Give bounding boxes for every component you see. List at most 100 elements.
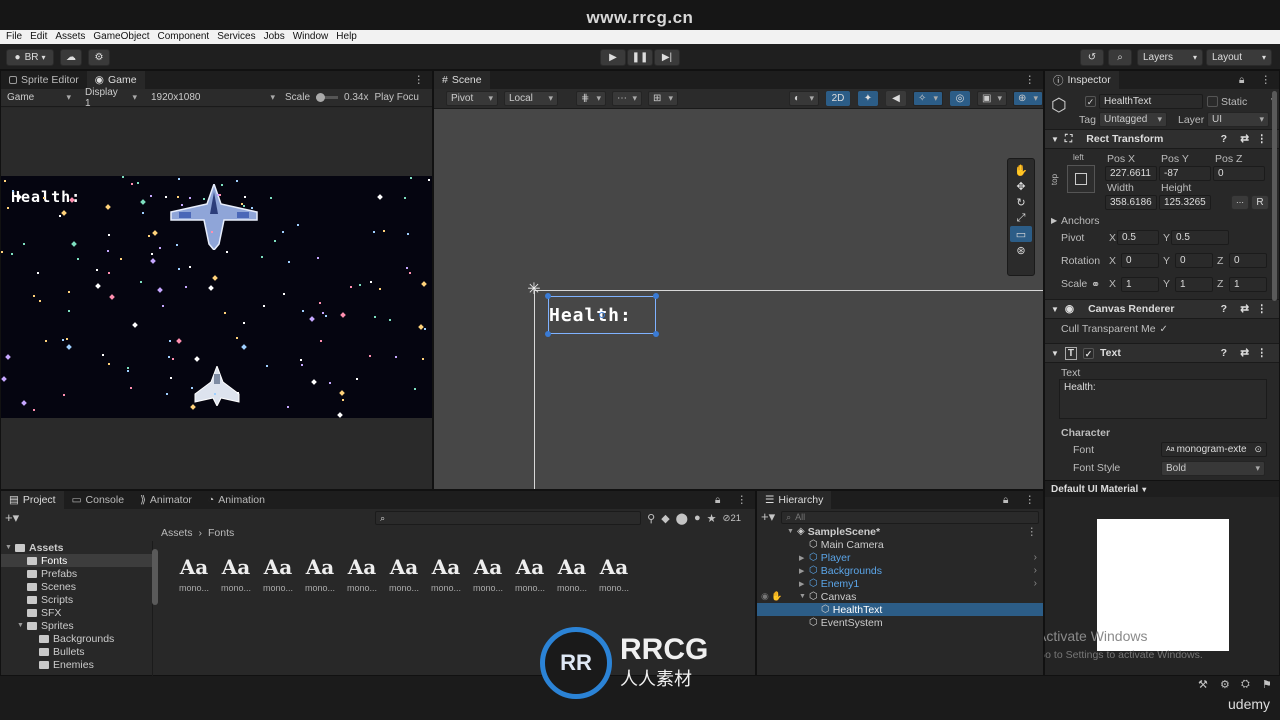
text-area[interactable]: Health: bbox=[1059, 379, 1267, 419]
effects-dropdown[interactable]: ✧ bbox=[913, 91, 943, 106]
account-button[interactable]: ● BR ▾ bbox=[6, 49, 54, 66]
scale-y-field[interactable]: 1 bbox=[1175, 277, 1213, 292]
search-button[interactable]: ⌕ bbox=[1108, 49, 1132, 66]
project-search-input[interactable]: ⌕ bbox=[375, 511, 642, 525]
move-tool-icon[interactable]: ✥ bbox=[1010, 178, 1032, 194]
project-lock-icon[interactable]: 🔒︎ bbox=[707, 491, 729, 509]
prefab-open-chevron-icon[interactable]: › bbox=[1034, 578, 1037, 589]
pos-z-field[interactable]: 0 bbox=[1213, 166, 1265, 181]
project-folder-prefabs[interactable]: Prefabs bbox=[1, 567, 152, 580]
anchor-gizmo-icon[interactable]: ✳ bbox=[525, 281, 543, 299]
add-asset-button[interactable]: +▾ bbox=[5, 510, 19, 526]
project-folder-assets[interactable]: ▼ Assets bbox=[1, 541, 152, 554]
warning-icon[interactable]: ● bbox=[694, 512, 701, 524]
hierarchy-item-backgrounds[interactable]: ▶ ⬡ Backgrounds › bbox=[757, 564, 1043, 577]
menu-help[interactable]: Help bbox=[332, 30, 361, 44]
scale-x-field[interactable]: 1 bbox=[1121, 277, 1159, 292]
text-enabled-checkbox[interactable]: ✓ bbox=[1083, 347, 1095, 359]
scale-tool-icon[interactable]: ⤢ bbox=[1010, 210, 1032, 226]
font-asset-tile[interactable]: Aa mono... bbox=[215, 555, 257, 593]
prefab-open-chevron-icon[interactable]: › bbox=[1034, 552, 1037, 563]
pos-x-field[interactable]: 227.6611 bbox=[1105, 166, 1157, 181]
tag-dropdown[interactable]: Untagged bbox=[1099, 112, 1167, 127]
menu-assets[interactable]: Assets bbox=[51, 30, 89, 44]
preset-icon[interactable]: ⇄ bbox=[1240, 347, 1249, 359]
hierarchy-item-canvas[interactable]: ▼ ⬡ Canvas ◉ ✋ bbox=[757, 590, 1043, 603]
scale-z-field[interactable]: 1 bbox=[1229, 277, 1267, 292]
canvas-renderer-header[interactable]: ▼ ◉ Canvas Renderer ? ⇄ ⋮ bbox=[1045, 299, 1279, 319]
blueprint-mode-button[interactable]: ⋯ bbox=[1231, 195, 1249, 210]
anchor-preset-button[interactable] bbox=[1067, 165, 1095, 193]
help-icon[interactable]: ? bbox=[1221, 347, 1227, 359]
status-icon-3[interactable]: ⛭ bbox=[1241, 678, 1250, 691]
font-asset-tile[interactable]: Aa mono... bbox=[593, 555, 635, 593]
height-field[interactable]: 125.3265 bbox=[1159, 195, 1211, 210]
foldout-arrow-icon[interactable]: ▼ bbox=[5, 544, 15, 551]
filter-type-icon[interactable]: ◆ bbox=[661, 512, 669, 525]
menu-file[interactable]: File bbox=[2, 30, 26, 44]
font-asset-tile[interactable]: Aa mono... bbox=[551, 555, 593, 593]
foldout-arrow-icon[interactable]: ▼ bbox=[799, 593, 809, 600]
project-tree-scrollbar[interactable] bbox=[152, 549, 158, 605]
step-button[interactable]: ▶| bbox=[654, 49, 680, 66]
font-field[interactable]: Aa monogram-exte ⊙ bbox=[1161, 442, 1267, 457]
hierarchy-item-eventsystem[interactable]: ⬡ EventSystem bbox=[757, 616, 1043, 629]
font-asset-tile[interactable]: Aa mono... bbox=[299, 555, 341, 593]
preset-icon[interactable]: ⇄ bbox=[1240, 133, 1249, 145]
menu-component[interactable]: Component bbox=[154, 30, 214, 44]
lock-icon[interactable]: 🔒︎ bbox=[1231, 71, 1253, 89]
hidden-count-badge[interactable]: ⊘21 bbox=[723, 513, 742, 524]
panel-menu-icon[interactable]: ⋮ bbox=[406, 71, 433, 89]
font-asset-tile[interactable]: Aa mono... bbox=[257, 555, 299, 593]
scene-menu-icon[interactable]: ⋮ bbox=[1017, 71, 1044, 89]
help-icon[interactable]: ? bbox=[1221, 133, 1227, 145]
grid-snap-dropdown[interactable]: ⋕ bbox=[576, 91, 606, 106]
width-field[interactable]: 358.6186 bbox=[1105, 195, 1157, 210]
rect-handle-tr[interactable] bbox=[653, 293, 659, 299]
tab-animator[interactable]: ⟫ Animator bbox=[132, 491, 200, 509]
rect-pivot-handle[interactable] bbox=[599, 312, 605, 318]
material-preview-header[interactable]: Default UI Material ▾ bbox=[1045, 481, 1279, 497]
font-asset-tile[interactable]: Aa mono... bbox=[467, 555, 509, 593]
play-focus-dropdown[interactable]: Play Focu bbox=[374, 92, 418, 103]
project-menu-icon[interactable]: ⋮ bbox=[729, 491, 756, 509]
hierarchy-search-input[interactable]: ⌕ All bbox=[781, 510, 1039, 524]
visibility-button[interactable]: ◎ bbox=[949, 90, 971, 107]
rot-z-field[interactable]: 0 bbox=[1229, 253, 1267, 268]
rect-handle-bl[interactable] bbox=[545, 331, 551, 337]
project-folder-enemies[interactable]: Enemies bbox=[1, 658, 152, 671]
breadcrumb-assets[interactable]: Assets bbox=[161, 527, 193, 539]
rect-handle-tl[interactable] bbox=[545, 293, 551, 299]
label-icon[interactable]: ⬤ bbox=[676, 512, 688, 525]
snap-increment-dropdown[interactable]: ⋯ bbox=[612, 91, 642, 106]
project-folder-sfx[interactable]: SFX bbox=[1, 606, 152, 619]
object-picker-icon[interactable]: ⊙ bbox=[1254, 444, 1262, 455]
add-object-button[interactable]: +▾ bbox=[761, 509, 775, 525]
status-icon-4[interactable]: ⚑ bbox=[1262, 678, 1272, 691]
status-icon-1[interactable]: ⚒ bbox=[1198, 678, 1208, 691]
audio-button[interactable]: ◀ bbox=[885, 90, 907, 107]
font-asset-tile[interactable]: Aa mono... bbox=[509, 555, 551, 593]
cull-checkbox[interactable]: ✓ bbox=[1160, 324, 1168, 335]
tab-sprite-editor[interactable]: Sprite Editor bbox=[1, 71, 87, 89]
project-folder-bullets[interactable]: Bullets bbox=[1, 645, 152, 658]
component-menu-icon[interactable]: ⋮ bbox=[1257, 347, 1268, 359]
menu-services[interactable]: Services bbox=[213, 30, 259, 44]
menu-edit[interactable]: Edit bbox=[26, 30, 51, 44]
font-asset-tile[interactable]: Aa mono... bbox=[173, 555, 215, 593]
pause-button[interactable]: ❚❚ bbox=[627, 49, 653, 66]
game-mode-dropdown[interactable]: Game bbox=[3, 90, 75, 105]
hierarchy-item-samplescene[interactable]: ▼ ◈ SampleScene* ⋮ bbox=[757, 525, 1043, 538]
display-dropdown[interactable]: Display 1 bbox=[81, 87, 141, 109]
draw-mode-dropdown[interactable]: ◐ bbox=[789, 91, 819, 106]
hierarchy-item-enemy1[interactable]: ▶ ⬡ Enemy1 › bbox=[757, 577, 1043, 590]
foldout-arrow-icon[interactable]: ▶ bbox=[799, 554, 809, 562]
tab-project[interactable]: ▤ Project bbox=[1, 491, 64, 509]
hierarchy-item-main-camera[interactable]: ⬡ Main Camera bbox=[757, 538, 1043, 551]
gizmos-dropdown[interactable]: ⊕ bbox=[1013, 91, 1043, 106]
history-button[interactable]: ↺ bbox=[1080, 49, 1104, 66]
font-asset-tile[interactable]: Aa mono... bbox=[341, 555, 383, 593]
rect-transform-header[interactable]: ▼ ⛶ Rect Transform ? ⇄ ⋮ bbox=[1045, 129, 1279, 149]
foldout-arrow-icon[interactable]: ▶ bbox=[799, 580, 809, 588]
font-asset-tile[interactable]: Aa mono... bbox=[383, 555, 425, 593]
